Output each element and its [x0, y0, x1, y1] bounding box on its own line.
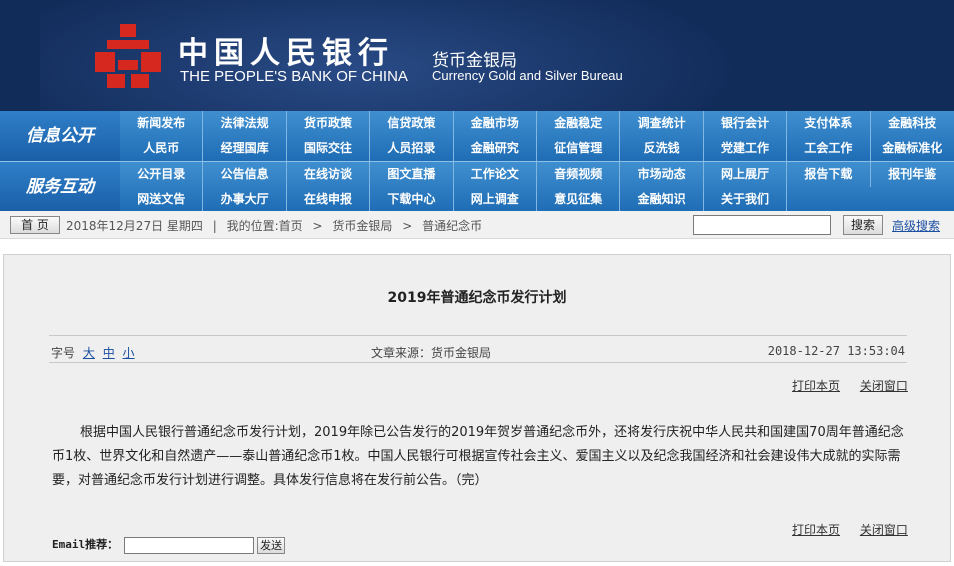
nav-service-item-7[interactable]: 网上展厅	[704, 162, 788, 187]
breadcrumb-separator: >	[402, 219, 413, 233]
nav-service-item-12[interactable]: 在线申报	[287, 187, 371, 212]
nav-info-section: 信息公开 新闻发布 法律法规 货币政策 信贷政策 金融市场 金融稳定 调查统计 银行会计 支付体…	[0, 111, 954, 161]
nav-service-grid: 公开目录 公告信息 在线访谈 图文直播 工作论文 音频视频 市场动态 网上展厅 报告下载 报刊年鉴…	[120, 162, 954, 212]
nav-info-item-16[interactable]: 反洗钱	[620, 136, 704, 161]
site-banner: 中国人民银行 THE PEOPLE'S BANK OF CHINA 货币金银局 …	[0, 0, 954, 111]
nav-info-item-6[interactable]: 调查统计	[620, 111, 704, 136]
nav-info-item-2[interactable]: 货币政策	[287, 111, 371, 136]
breadcrumb-bureau-link[interactable]: 货币金银局	[332, 219, 392, 233]
nav-info-item-18[interactable]: 工会工作	[787, 136, 871, 161]
nav-info-item-1[interactable]: 法律法规	[203, 111, 287, 136]
bank-name-cn: 中国人民银行	[178, 36, 394, 71]
font-size-controls: 字号 大 中 小	[51, 344, 135, 361]
nav-service-item-6[interactable]: 市场动态	[620, 162, 704, 187]
nav-info-item-17[interactable]: 党建工作	[704, 136, 788, 161]
current-date: 2018年12月27日 星期四	[66, 219, 203, 233]
nav-service-item-11[interactable]: 办事大厅	[203, 187, 287, 212]
nav-service-item-empty	[871, 187, 954, 212]
nav-info-grid: 新闻发布 法律法规 货币政策 信贷政策 金融市场 金融稳定 调查统计 银行会计 支付体系 金融科技…	[120, 111, 954, 161]
article-panel: 2019年普通纪念币发行计划 字号 大 中 小 文章来源：货币金银局 2018-…	[3, 254, 951, 562]
nav-service-item-14[interactable]: 网上调查	[454, 187, 537, 212]
nav-info-item-14[interactable]: 金融研究	[454, 136, 537, 161]
font-medium-link[interactable]: 中	[103, 346, 115, 360]
nav-service-item-8[interactable]: 报告下载	[787, 162, 871, 187]
nav-info-item-19[interactable]: 金融标准化	[871, 136, 954, 161]
nav-info-item-0[interactable]: 新闻发布	[120, 111, 204, 136]
home-button[interactable]: 首 页	[10, 216, 60, 234]
search-button[interactable]: 搜索	[843, 215, 883, 235]
nav-service-item-1[interactable]: 公告信息	[203, 162, 287, 187]
print-link[interactable]: 打印本页	[792, 379, 840, 393]
main-nav: 信息公开 新闻发布 法律法规 货币政策 信贷政策 金融市场 金融稳定 调查统计 银行会计 支付体…	[0, 111, 954, 212]
nav-service-item-16[interactable]: 金融知识	[620, 187, 704, 212]
font-large-link[interactable]: 大	[83, 346, 95, 360]
bureau-name-en: Currency Gold and Silver Bureau	[432, 68, 623, 83]
font-small-link[interactable]: 小	[123, 346, 135, 360]
font-size-label: 字号	[51, 346, 76, 360]
nav-info-item-11[interactable]: 经理国库	[203, 136, 287, 161]
email-recommend-row: Email推荐： 发送	[52, 536, 286, 554]
advanced-search-link[interactable]: 高级搜索	[892, 217, 940, 234]
nav-info-item-5[interactable]: 金融稳定	[537, 111, 621, 136]
nav-service-item-0[interactable]: 公开目录	[120, 162, 204, 187]
email-input[interactable]	[123, 536, 254, 554]
bank-name-en: THE PEOPLE'S BANK OF CHINA	[180, 68, 408, 85]
nav-service-label: 服务互动	[0, 162, 120, 212]
nav-info-item-3[interactable]: 信贷政策	[370, 111, 454, 136]
article-actions-top: 打印本页 关闭窗口	[792, 377, 924, 394]
pboc-logo-icon	[95, 24, 161, 88]
breadcrumb: 2018年12月27日 星期四 | 我的位置:首页 > 货币金银局 > 普通纪念…	[66, 217, 488, 234]
print-link[interactable]: 打印本页	[792, 523, 840, 537]
nav-info-item-4[interactable]: 金融市场	[454, 111, 537, 136]
breadcrumb-home-link[interactable]: 我的位置:首页	[227, 219, 303, 233]
nav-info-item-10[interactable]: 人民币	[120, 136, 204, 161]
breadcrumb-bar: 首 页 2018年12月27日 星期四 | 我的位置:首页 > 货币金银局 > …	[0, 211, 954, 239]
nav-service-item-15[interactable]: 意见征集	[537, 187, 621, 212]
nav-info-item-9[interactable]: 金融科技	[871, 111, 954, 136]
nav-service-item-2[interactable]: 在线访谈	[287, 162, 371, 187]
send-button[interactable]: 发送	[257, 536, 286, 554]
nav-service-item-17[interactable]: 关于我们	[704, 187, 788, 212]
nav-service-item-10[interactable]: 网送文告	[120, 187, 204, 212]
nav-service-item-3[interactable]: 图文直播	[370, 162, 454, 187]
article-source: 文章来源：货币金银局	[371, 346, 492, 360]
nav-info-item-15[interactable]: 征信管理	[537, 136, 621, 161]
article-datetime: 2018-12-27 13:53:04	[767, 344, 905, 358]
nav-service-item-5[interactable]: 音频视频	[537, 162, 621, 187]
article-meta: 字号 大 中 小 文章来源：货币金银局 2018-12-27 13:53:04	[49, 335, 907, 363]
breadcrumb-current[interactable]: 普通纪念币	[422, 219, 482, 233]
article-title: 2019年普通纪念币发行计划	[387, 290, 567, 306]
nav-info-item-13[interactable]: 人员招录	[370, 136, 454, 161]
article-actions-bottom: 打印本页 关闭窗口	[792, 521, 924, 538]
nav-service-item-9[interactable]: 报刊年鉴	[871, 162, 954, 187]
nav-service-item-empty	[787, 187, 870, 212]
email-label: Email推荐：	[52, 538, 119, 551]
nav-service-item-13[interactable]: 下载中心	[370, 187, 454, 212]
breadcrumb-divider: |	[212, 219, 217, 233]
nav-service-item-4[interactable]: 工作论文	[454, 162, 537, 187]
nav-info-label: 信息公开	[0, 111, 120, 161]
breadcrumb-separator: >	[312, 219, 323, 233]
nav-service-section: 服务互动 公开目录 公告信息 在线访谈 图文直播 工作论文 音频视频 市场动态 网上展厅 报告下…	[0, 161, 954, 212]
nav-info-item-12[interactable]: 国际交往	[287, 136, 371, 161]
close-window-link[interactable]: 关闭窗口	[860, 523, 908, 537]
search-input[interactable]	[693, 215, 831, 235]
close-window-link[interactable]: 关闭窗口	[860, 379, 908, 393]
article-body: 根据中国人民银行普通纪念币发行计划，2019年除已公告发行的2019年贺岁普通纪…	[52, 425, 904, 488]
nav-info-item-8[interactable]: 支付体系	[787, 111, 871, 136]
nav-info-item-7[interactable]: 银行会计	[704, 111, 788, 136]
